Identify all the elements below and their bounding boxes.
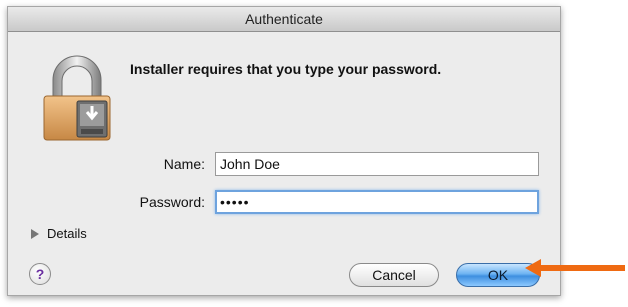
lock-icon [43,55,111,141]
name-label: Name: [163,156,205,172]
authenticate-dialog: Authenticate Installer requires that you… [7,6,561,296]
details-disclosure[interactable]: Details [31,226,87,241]
cancel-button[interactable]: Cancel [349,263,439,287]
name-field[interactable] [215,152,539,176]
auth-message: Installer requires that you type your pa… [130,61,442,77]
arrow-left-icon [525,259,625,277]
disclosure-triangle-icon[interactable] [31,229,39,239]
help-button[interactable]: ? [29,263,51,285]
password-field[interactable] [215,190,539,214]
password-label: Password: [139,194,205,210]
details-label: Details [47,226,87,241]
window-title: Authenticate [8,7,560,32]
